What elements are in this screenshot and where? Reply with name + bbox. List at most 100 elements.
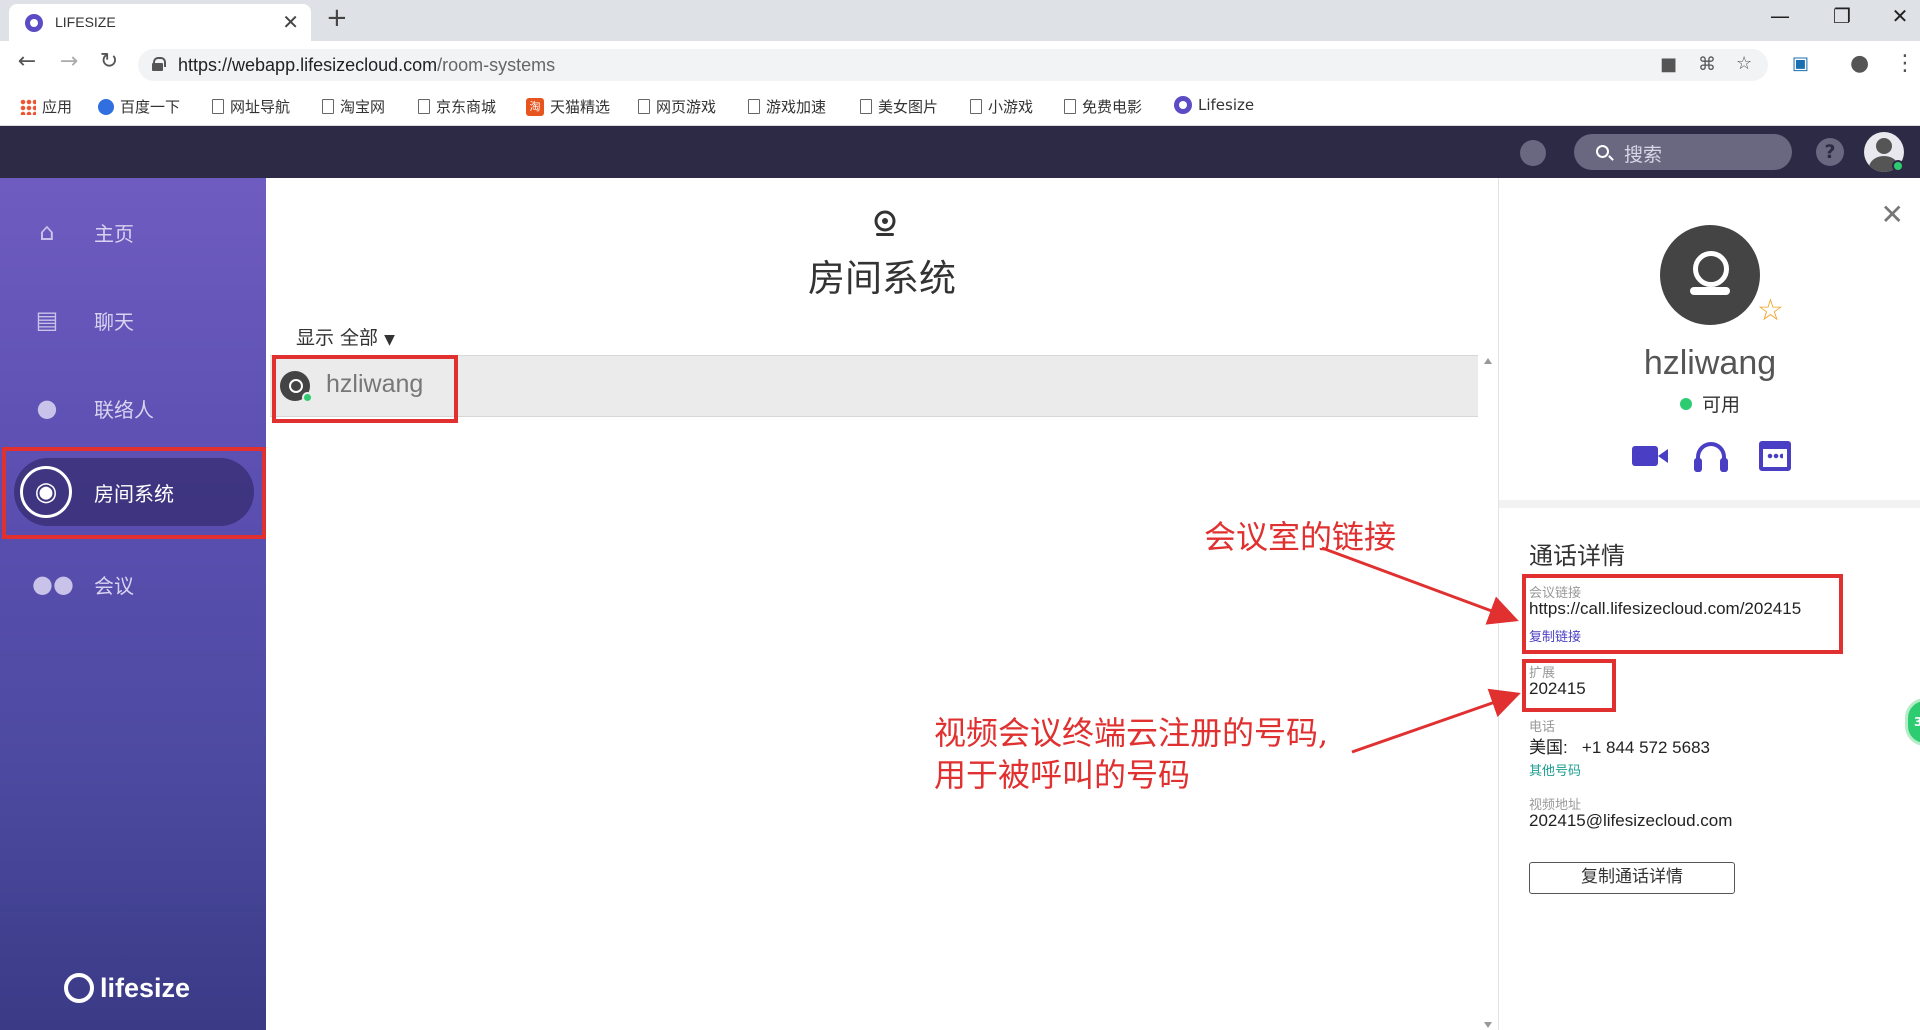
lock-icon [152,57,166,71]
close-icon[interactable]: ✕ [1881,198,1904,231]
chevron-down-icon: ▼ [384,332,395,348]
url-text: https://webapp.lifesizecloud.com/room-sy… [178,55,556,75]
video-call-button[interactable] [1625,438,1668,474]
favorite-star-icon[interactable]: ☆ [1757,293,1784,328]
browser-menu-icon[interactable]: ⋮ [1894,51,1916,76]
lifesize-icon [1174,96,1192,114]
page-icon [322,99,334,114]
bookmark-web-games[interactable]: 网页游戏 [638,96,716,117]
phone-value: 美国: +1 844 572 5683 [1529,738,1711,757]
baidu-paw-icon [98,98,114,115]
meeting-icon: ●● [32,570,74,598]
room-name-title: hzliwang [1643,344,1777,382]
video-camera-icon [1632,446,1668,466]
user-online-indicator [1892,160,1904,172]
close-window-button[interactable]: ✕ [1880,4,1920,28]
bookmark-star-icon[interactable]: ☆ [1736,53,1752,74]
chat-icon: ▤ [35,306,59,334]
apps-grid-icon [20,98,36,115]
filter-dropdown[interactable]: 显示 全部 ▼ [296,323,395,350]
sidebar-item-meetings[interactable]: ●● 会议 [0,550,266,616]
page-icon [970,99,982,114]
bookmark-apps[interactable]: 应用 [20,96,72,117]
lifesize-favicon-icon [25,14,43,32]
restore-window-button[interactable]: ❐ [1822,4,1862,28]
annotation-box-room [272,355,458,423]
room-avatar-large [1660,225,1760,325]
bookmark-pictures[interactable]: 美女图片 [860,96,938,117]
lifesize-logo: lifesize [64,973,190,1004]
sidebar-item-label: 会议 [94,574,134,598]
page-icon [1064,99,1076,114]
reload-button[interactable]: ↻ [94,49,124,74]
main-content: 房间系统 显示 全部 ▼ hzliwang [266,178,1498,1030]
bookmark-jd[interactable]: 京东商城 [418,96,496,117]
search-placeholder: 搜索 [1624,144,1663,166]
browser-tab-bar: LIFESIZE ✕ + — ❐ ✕ [0,0,1920,41]
annotation-number-note-2: 用于被呼叫的号码 [934,756,1191,794]
headset-icon [1694,442,1728,472]
page-icon [212,99,224,114]
bookmark-lifesize[interactable]: Lifesize [1174,96,1254,114]
annotation-link-note: 会议室的链接 [1204,518,1397,556]
forward-button[interactable]: → [54,49,84,74]
online-status-dot [1679,398,1692,410]
lifesize-logo-icon [64,973,94,1003]
tmall-icon: 淘 [526,97,544,116]
bookmarks-bar: 应用 百度一下 网址导航 淘宝网 京东商城 淘天猫精选 网页游戏 游戏加速 美女… [0,88,1920,126]
scroll-up-icon[interactable] [1484,358,1492,364]
bookmark-taobao[interactable]: 淘宝网 [322,96,385,117]
back-button[interactable]: ← [12,49,42,74]
annotation-number-note-1: 视频会议终端云注册的号码, [934,714,1329,752]
sidebar: ⌂ 主页 ▤ 聊天 ● 联络人 ◉ 房间系统 ●● 会议 lifesize [0,178,266,1030]
bookmark-game-boost[interactable]: 游戏加速 [748,96,826,117]
bookmark-baidu[interactable]: 百度一下 [98,96,180,117]
bookmark-movies[interactable]: 免费电影 [1064,96,1142,117]
help-icon[interactable]: ? [1816,138,1844,166]
browser-toolbar: ← → ↻ https://webapp.lifesizecloud.com/r… [0,41,1920,88]
minimize-window-button[interactable]: — [1760,4,1800,28]
copy-call-details-button[interactable]: 复制通话详情 [1529,862,1735,894]
translate-icon[interactable]: ⌘ [1698,54,1716,75]
annotation-box-extension [1522,659,1616,712]
search-input[interactable]: 搜索 [1574,134,1792,170]
scroll-down-icon[interactable] [1484,1022,1492,1028]
page-icon [860,99,872,114]
schedule-button[interactable] [1755,438,1795,474]
address-bar[interactable]: https://webapp.lifesizecloud.com/room-sy… [138,49,1768,81]
sidebar-item-label: 主页 [94,222,134,246]
other-numbers-link[interactable]: 其他号码 [1529,760,1581,779]
page-icon [418,99,430,114]
page-title: 房间系统 [808,257,956,300]
search-icon [1596,145,1609,158]
announcement-icon[interactable] [1520,140,1546,166]
browser-tab[interactable]: LIFESIZE ✕ [9,4,311,41]
home-icon: ⌂ [39,218,55,246]
calendar-icon [1759,441,1791,471]
page-icon [638,99,650,114]
status-badge: 可用 [1499,390,1920,417]
sidebar-item-contacts[interactable]: ● 联络人 [0,374,266,440]
bookmark-mini-games[interactable]: 小游戏 [970,96,1033,117]
sidebar-item-label: 联络人 [94,398,154,422]
camera-permission-icon[interactable]: ■ [1660,54,1677,75]
bookmark-nav[interactable]: 网址导航 [212,96,290,117]
sidebar-item-home[interactable]: ⌂ 主页 [0,198,266,264]
app-header: 搜索 ? [0,126,1920,178]
extension-icon[interactable]: ▣ [1792,53,1809,74]
scrollbar[interactable] [1482,358,1494,1030]
divider [1499,500,1920,508]
section-title: 通话详情 [1529,542,1625,570]
profile-icon[interactable]: ● [1850,51,1869,76]
audio-call-button[interactable] [1691,438,1731,474]
room-system-icon [874,210,896,236]
bookmark-tmall[interactable]: 淘天猫精选 [526,96,610,117]
sidebar-item-chat[interactable]: ▤ 聊天 [0,286,266,352]
annotation-box-sidebar [2,447,266,539]
contact-icon: ● [36,394,58,422]
close-tab-icon[interactable]: ✕ [282,10,299,34]
video-address-value: 202415@lifesizecloud.com [1529,811,1733,830]
tab-title: LIFESIZE [55,14,116,30]
floating-badge[interactable]: 39 [1905,698,1920,746]
new-tab-button[interactable]: + [326,3,348,33]
